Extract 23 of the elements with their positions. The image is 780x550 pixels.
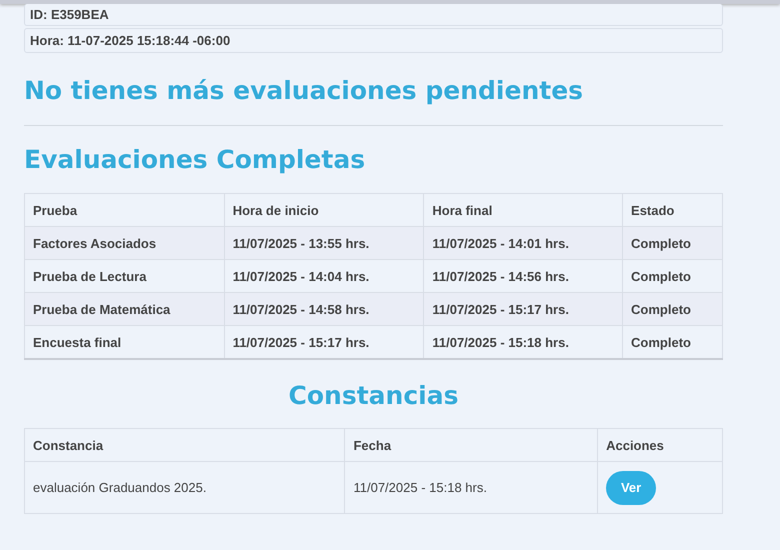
section-heading: Evaluaciones Completas: [24, 144, 366, 176]
column-header: Constancia: [24, 428, 345, 462]
info-text: Hora: 11-07-2025 15:18:44 -06:00: [30, 33, 230, 48]
column-header: Acciones: [598, 428, 722, 462]
table-cell: evaluación Graduandos 2025.: [24, 462, 345, 514]
table-cell: 11/07/2025 - 15:17 hrs.: [424, 292, 623, 326]
table-cell: Completo: [622, 226, 722, 260]
column-header: Hora de inicio: [224, 194, 424, 226]
table-cell: 11/07/2025 - 14:01 hrs.: [424, 226, 623, 260]
table-cell: Completo: [622, 292, 722, 326]
info-text: ID: E359BEA: [30, 7, 109, 22]
column-header: Hora final: [424, 194, 623, 226]
table-cell: 11/07/2025 - 15:18 hrs.: [344, 462, 598, 514]
column-header: Prueba: [24, 194, 224, 226]
table-cell: Encuesta final: [24, 326, 224, 359]
view-button[interactable]: Ver: [606, 470, 656, 504]
section-heading: No tienes más evaluaciones pendientes: [24, 75, 584, 107]
table-cell: Prueba de Matemática: [24, 292, 224, 326]
table-cell: Factores Asociados: [24, 226, 224, 260]
section-heading: Constancias: [288, 380, 458, 412]
table-cell: 11/07/2025 - 14:58 hrs.: [224, 292, 424, 326]
table-cell: 11/07/2025 - 13:55 hrs.: [224, 226, 424, 260]
column-header: Fecha: [344, 428, 598, 462]
